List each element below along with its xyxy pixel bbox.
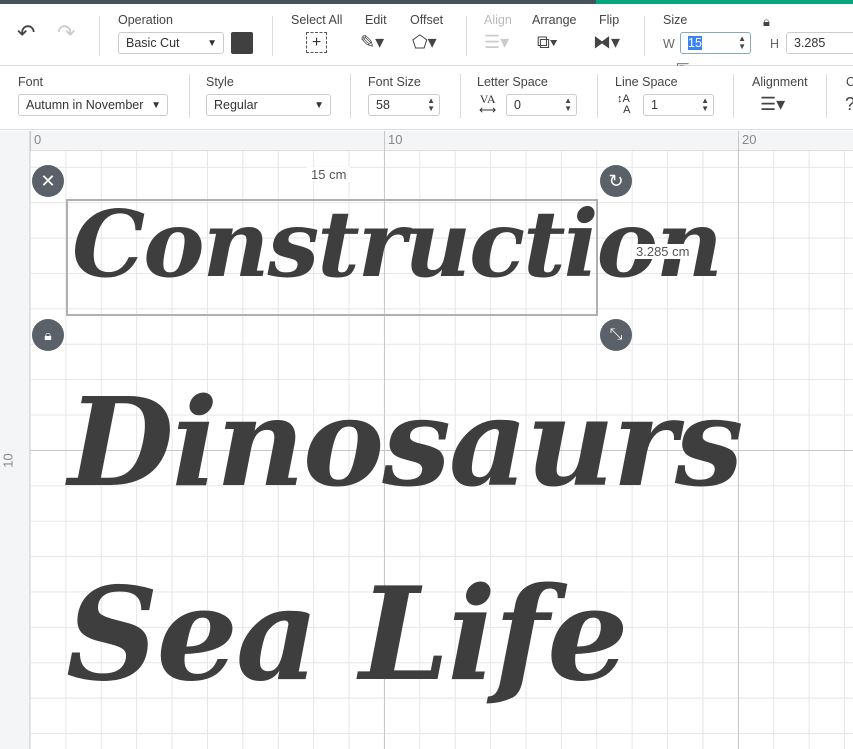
edit-icon[interactable]: ✎▾ bbox=[360, 32, 384, 53]
font-value: Autumn in November bbox=[26, 98, 144, 112]
operation-value: Basic Cut bbox=[126, 36, 180, 50]
letter-space-value: 0 bbox=[514, 98, 521, 112]
letter-space-label: Letter Space bbox=[477, 75, 548, 89]
edit-label: Edit bbox=[365, 13, 387, 27]
undo-icon[interactable]: ↶ bbox=[17, 20, 35, 46]
close-icon[interactable]: ✕ bbox=[32, 165, 64, 197]
style-select[interactable]: Regular ▼ bbox=[206, 94, 331, 116]
curve-icon[interactable]: ? bbox=[845, 94, 853, 115]
height-label: H bbox=[770, 37, 780, 51]
width-value: 15 bbox=[688, 36, 702, 50]
rotate-icon[interactable]: ↻ bbox=[600, 165, 632, 197]
height-value: 3.285 bbox=[794, 36, 826, 50]
offset-label: Offset bbox=[410, 13, 444, 27]
line-space-label: Line Space bbox=[615, 75, 678, 89]
width-input[interactable]: 15 ▲ ▼ bbox=[680, 32, 751, 54]
text-dinosaurs[interactable]: Dinosaurs bbox=[68, 370, 744, 514]
operation-select[interactable]: Basic Cut ▼ bbox=[118, 32, 224, 54]
ruler-label: 0 bbox=[34, 132, 42, 147]
stepper-icon[interactable]: ▲ ▼ bbox=[427, 97, 435, 113]
height-input[interactable]: 3.285 bbox=[786, 32, 853, 54]
chevron-down-icon: ▼ bbox=[207, 37, 217, 49]
select-all-button[interactable]: + bbox=[306, 32, 327, 53]
font-label: Font bbox=[18, 75, 44, 89]
lock-icon[interactable]: 🔒︎ bbox=[763, 14, 770, 30]
size-label: Size bbox=[663, 13, 688, 27]
font-size-input[interactable]: 58 ▲ ▼ bbox=[368, 94, 440, 116]
height-dimension: 3.285 cm bbox=[632, 244, 694, 259]
arrange-icon[interactable]: ⧉▾ bbox=[537, 32, 557, 53]
align-label: Align bbox=[484, 13, 512, 27]
line-space-value: 1 bbox=[651, 98, 658, 112]
line-space-icon: ↕A A bbox=[617, 93, 631, 116]
width-label: W bbox=[663, 37, 675, 51]
alignment-label: Alignment bbox=[752, 75, 808, 89]
align-left-icon[interactable]: ☰▾ bbox=[760, 94, 785, 115]
resize-icon[interactable]: ⤡ bbox=[600, 319, 632, 351]
width-dimension: 15 cm bbox=[307, 167, 351, 182]
redo-icon[interactable]: ↷ bbox=[57, 20, 75, 46]
ruler-label: 10 bbox=[0, 453, 16, 468]
letter-space-input[interactable]: 0 ▲ ▼ bbox=[506, 94, 577, 116]
flip-icon[interactable]: ⧓▾ bbox=[593, 32, 620, 53]
chevron-down-icon: ▼ bbox=[314, 99, 324, 111]
ruler-label: 10 bbox=[388, 132, 403, 147]
ruler-top: 0 10 20 bbox=[30, 131, 853, 151]
ruler-left: 10 bbox=[0, 131, 30, 749]
operation-label: Operation bbox=[118, 13, 173, 27]
color-swatch[interactable] bbox=[231, 32, 253, 54]
offset-icon[interactable]: ⬠▾ bbox=[412, 32, 437, 53]
style-value: Regular bbox=[214, 98, 258, 112]
font-select[interactable]: Autumn in November ▼ bbox=[18, 94, 168, 116]
align-icon[interactable]: ☰▾ bbox=[484, 32, 509, 53]
style-label: Style bbox=[206, 75, 234, 89]
select-all-label: Select All bbox=[291, 13, 343, 27]
ruler-label: 20 bbox=[742, 132, 757, 147]
flip-label: Flip bbox=[599, 13, 620, 27]
stepper-icon[interactable]: ▲ ▼ bbox=[738, 35, 746, 51]
text-sea-life[interactable]: Sea Life bbox=[66, 560, 628, 710]
curve-label: C bbox=[846, 75, 853, 89]
letter-space-icon: VA ⟷ bbox=[479, 92, 497, 117]
text-toolbar: Font Autumn in November ▼ Style Regular ▼ … bbox=[0, 66, 853, 130]
lock-icon[interactable]: 🔒︎ bbox=[32, 319, 64, 351]
arrange-label: Arrange bbox=[532, 13, 577, 27]
font-size-label: Font Size bbox=[368, 75, 421, 89]
line-space-input[interactable]: 1 ▲ ▼ bbox=[643, 94, 714, 116]
font-size-value: 58 bbox=[376, 98, 390, 112]
edit-toolbar: ↶ ↷ Operation Basic Cut ▼ Select All + Ed… bbox=[0, 4, 853, 79]
selection-box[interactable] bbox=[66, 199, 598, 316]
stepper-icon[interactable]: ▲ ▼ bbox=[701, 97, 709, 113]
stepper-icon[interactable]: ▲ ▼ bbox=[564, 97, 572, 113]
chevron-down-icon: ▼ bbox=[151, 99, 161, 111]
